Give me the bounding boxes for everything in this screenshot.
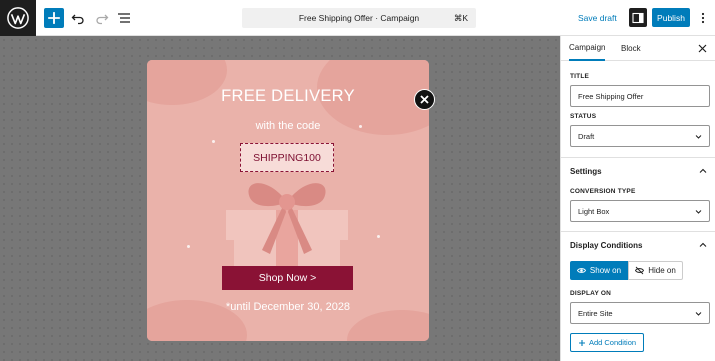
- display-on-value: Entire Site: [578, 308, 613, 318]
- coupon-code[interactable]: SHIPPING100: [240, 143, 334, 172]
- gift-icon: [226, 183, 348, 280]
- title-label: TITLE: [570, 73, 590, 80]
- more-options-button[interactable]: [697, 8, 709, 28]
- document-title: Free Shipping Offer · Campaign: [298, 13, 420, 23]
- status-select[interactable]: Draft: [570, 125, 710, 147]
- offer-expiry-text: *until December 30, 2028: [225, 301, 351, 313]
- chevron-up-icon[interactable]: [699, 241, 707, 249]
- display-on-label: DISPLAY ON: [570, 290, 612, 297]
- sparkle: [377, 235, 380, 238]
- add-condition-button[interactable]: Add Condition: [570, 333, 644, 352]
- popup-close-button[interactable]: [414, 89, 435, 110]
- popup-subtitle: with the code: [255, 120, 321, 132]
- eye-icon: [576, 268, 586, 273]
- eye-slash-icon: [635, 266, 645, 275]
- sparkle: [187, 245, 190, 248]
- close-icon: [420, 95, 429, 104]
- tab-campaign[interactable]: Campaign: [569, 36, 606, 61]
- hide-on-toggle[interactable]: Hide on: [628, 261, 683, 280]
- display-conditions-section: Display Conditions Show on Hide on DISPL…: [561, 232, 715, 361]
- chevron-up-icon[interactable]: [699, 167, 707, 175]
- list-view-button[interactable]: [114, 8, 134, 28]
- hide-on-label: Hide on: [648, 266, 676, 275]
- chevron-down-icon: [695, 135, 702, 139]
- add-block-button[interactable]: [44, 8, 64, 28]
- chevron-down-icon: [695, 210, 702, 214]
- conversion-type-label: CONVERSION TYPE: [570, 188, 636, 195]
- redo-button[interactable]: [92, 8, 112, 28]
- publish-button[interactable]: Publish: [652, 8, 690, 27]
- title-field[interactable]: Free Shipping Offer: [570, 85, 710, 107]
- editor-topbar: Free Shipping Offer · Campaign ⌘K Save d…: [0, 0, 715, 36]
- settings-sidebar: Campaign Block TITLE Free Shipping Offer…: [560, 36, 715, 361]
- display-conditions-heading[interactable]: Display Conditions: [570, 241, 642, 250]
- command-shortcut: ⌘K: [453, 12, 468, 23]
- plus-icon: [578, 339, 585, 346]
- campaign-popup[interactable]: FREE DELIVERY with the code SHIPPING100 …: [147, 60, 429, 341]
- sidebar-toggle-icon: [632, 12, 644, 23]
- list-view-icon: [118, 13, 130, 23]
- chevron-down-icon: [695, 312, 702, 316]
- status-label: STATUS: [570, 113, 597, 120]
- undo-icon: [71, 14, 84, 25]
- shop-now-button[interactable]: Shop Now >: [222, 266, 353, 290]
- status-value: Draft: [578, 131, 595, 141]
- sparkle: [212, 140, 215, 143]
- popup-title: FREE DELIVERY: [221, 87, 355, 105]
- settings-toggle-button[interactable]: [629, 8, 647, 27]
- display-on-select[interactable]: Entire Site: [570, 302, 710, 324]
- conversion-type-value: Light Box: [578, 206, 610, 216]
- show-on-label: Show on: [589, 266, 622, 275]
- command-palette-title[interactable]: Free Shipping Offer · Campaign ⌘K: [242, 8, 476, 28]
- plus-icon: [48, 12, 60, 24]
- close-icon[interactable]: [698, 44, 707, 53]
- editor-canvas: FREE DELIVERY with the code SHIPPING100 …: [0, 36, 560, 361]
- settings-section: Settings CONVERSION TYPE Light Box: [561, 158, 715, 232]
- undo-button[interactable]: [68, 8, 88, 28]
- redo-icon: [96, 14, 109, 25]
- tab-block[interactable]: Block: [621, 36, 641, 61]
- wordpress-icon[interactable]: [0, 0, 36, 36]
- add-condition-label: Add Condition: [588, 338, 637, 347]
- conversion-type-select[interactable]: Light Box: [570, 200, 710, 222]
- show-on-toggle[interactable]: Show on: [570, 261, 628, 280]
- more-icon: [701, 12, 705, 24]
- decor-blob: [347, 310, 429, 341]
- save-draft-button[interactable]: Save draft: [578, 8, 617, 28]
- campaign-details-section: TITLE Free Shipping Offer STATUS Draft: [561, 62, 715, 158]
- sidebar-tabs: Campaign Block: [561, 36, 715, 61]
- settings-heading[interactable]: Settings: [570, 167, 602, 176]
